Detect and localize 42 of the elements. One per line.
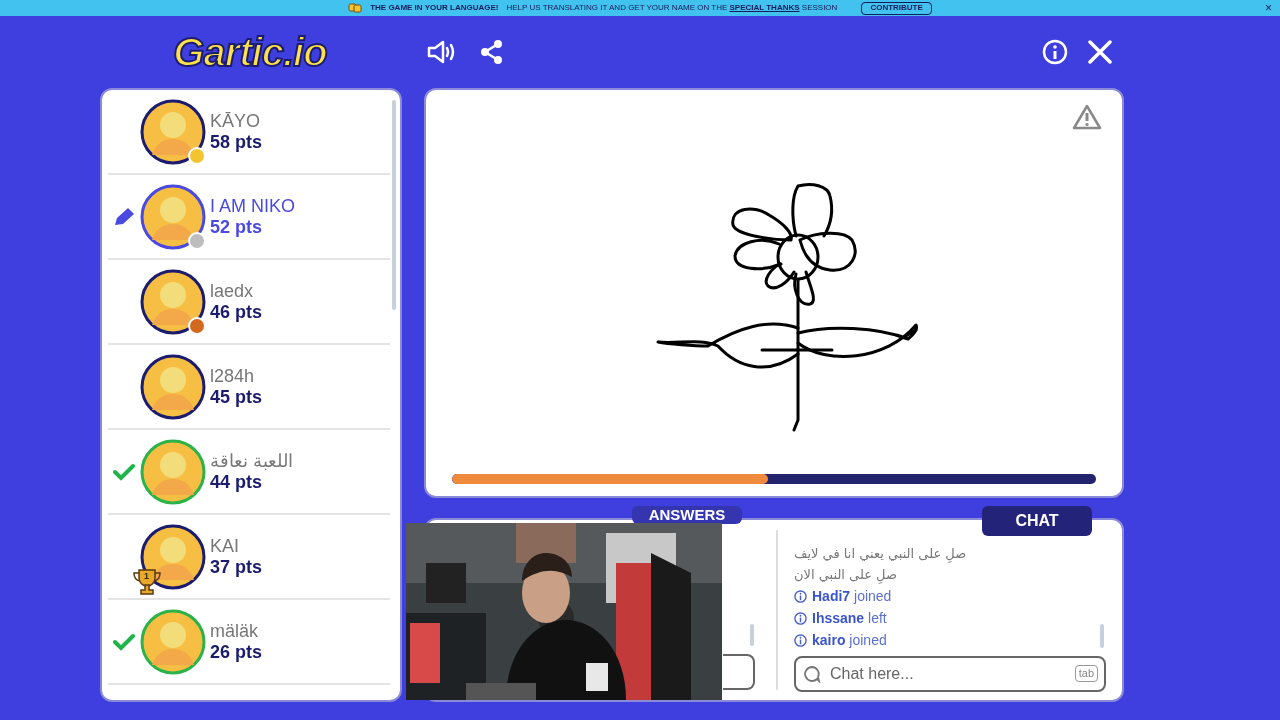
scrollbar[interactable] bbox=[750, 624, 754, 646]
info-icon[interactable] bbox=[1042, 39, 1068, 65]
chat-message: صلِ على النبي الان bbox=[794, 566, 898, 584]
banner-text: HELP US TRANSLATING IT AND GET YOUR NAME ON THE SPECIAL THANKS SESSION bbox=[506, 2, 838, 14]
player-points: 58 pts bbox=[210, 130, 263, 153]
panel-tab[interactable]: ANSWERS bbox=[632, 506, 742, 524]
share-icon[interactable] bbox=[480, 39, 504, 65]
player-points: 45 pts bbox=[210, 385, 263, 408]
warning-icon[interactable] bbox=[1072, 104, 1102, 130]
player-name: اللعبة نعاقة bbox=[210, 450, 293, 471]
scrollbar[interactable] bbox=[1100, 624, 1104, 648]
rank-number: 1 bbox=[144, 569, 149, 583]
chat-message: صلِ على النبي يعني انا في لايف bbox=[794, 545, 968, 563]
scrollbar[interactable] bbox=[392, 100, 396, 310]
player-points: 46 pts bbox=[210, 300, 263, 323]
dice-icon bbox=[348, 2, 363, 14]
chat-event: Hadi7 joined bbox=[812, 586, 892, 606]
player-name: laedx bbox=[210, 280, 255, 301]
chat-event: Ihssane left bbox=[812, 608, 887, 628]
player-name: l284h bbox=[210, 365, 256, 386]
logo: Gartic.io bbox=[173, 32, 327, 72]
chat-bubble-icon bbox=[803, 665, 821, 683]
player-points: 52 pts bbox=[210, 215, 264, 238]
chat-event: kairo joined bbox=[812, 630, 887, 650]
player-name: mäläk bbox=[210, 620, 259, 641]
player-name: KĀYO bbox=[210, 110, 262, 131]
banner-headline: THE GAME IN YOUR LANGUAGE! bbox=[370, 2, 499, 14]
info-icon bbox=[794, 589, 807, 603]
close-button[interactable]: × bbox=[1265, 0, 1272, 16]
info-icon bbox=[794, 633, 807, 647]
player-points: 37 pts bbox=[210, 555, 263, 578]
close-icon[interactable] bbox=[1088, 40, 1112, 64]
tab-key-hint: tab bbox=[1074, 665, 1098, 682]
info-icon bbox=[794, 611, 807, 625]
drawing-canvas[interactable] bbox=[424, 88, 1124, 498]
player-name: KAI bbox=[210, 535, 240, 556]
player-points: 44 pts bbox=[210, 470, 264, 493]
speaker-icon[interactable] bbox=[426, 39, 456, 65]
player-name: I AM NIKO bbox=[210, 195, 296, 216]
contribute-button[interactable]: CONTRIBUTE bbox=[861, 1, 932, 15]
player-points: 26 pts bbox=[210, 640, 263, 663]
panel-tab[interactable]: CHAT bbox=[982, 506, 1092, 536]
